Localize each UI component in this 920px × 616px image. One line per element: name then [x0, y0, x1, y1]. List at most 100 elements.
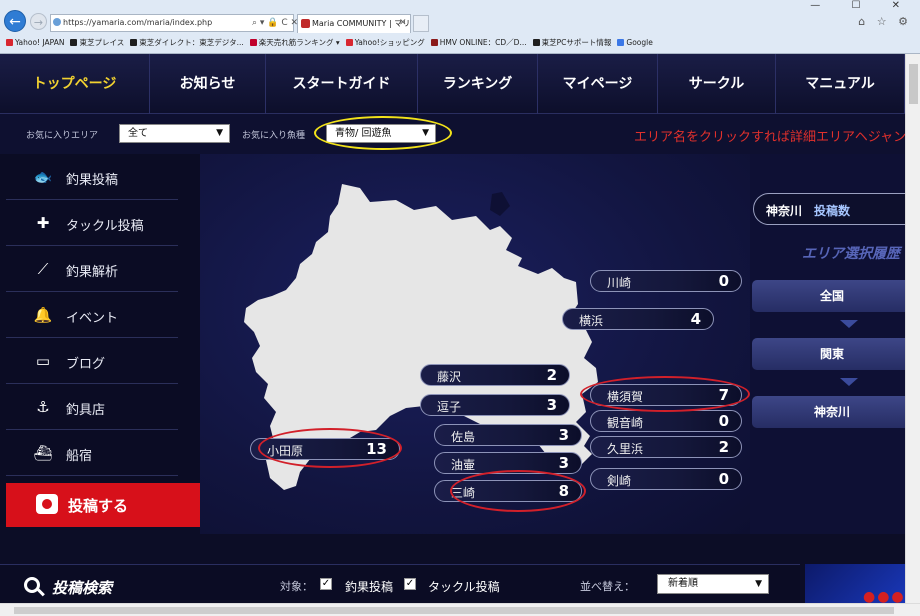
favorite-link[interactable]: Google	[617, 36, 653, 50]
favorite-favicon-icon	[6, 39, 13, 46]
scrollbar-thumb[interactable]	[14, 607, 894, 614]
area-count: 2	[718, 438, 729, 456]
browser-tools-icons[interactable]: ⌂ ☆ ⚙	[858, 15, 912, 28]
area-name: 川崎	[607, 276, 632, 290]
sidebar-item[interactable]: 🐟 釣果投稿	[6, 154, 178, 200]
favorite-link[interactable]: 東芝プレイス	[70, 36, 124, 50]
sort-select[interactable]: 新着順 ▼	[657, 574, 769, 594]
area-count: 3	[546, 396, 557, 414]
speech-bubble-icon: ▭	[35, 352, 51, 370]
area-count: 0	[718, 412, 729, 430]
favorite-favicon-icon	[532, 39, 540, 46]
favorite-link[interactable]: Yahoo!ショッピング	[345, 36, 425, 50]
history-button-kanto[interactable]: 関東	[752, 338, 905, 370]
area-name: 久里浜	[607, 442, 644, 456]
tab-close-icon[interactable]: ✕	[399, 15, 407, 31]
area-count: 3	[558, 426, 569, 444]
favorite-fish-label: お気に入り魚種	[242, 131, 306, 141]
favorite-link[interactable]: Yahoo! JAPAN	[6, 36, 64, 50]
area-name: 剣崎	[607, 474, 632, 488]
area-pill[interactable]: 久里浜 2	[590, 436, 742, 458]
sidebar-item[interactable]: ⚓ 釣具店	[6, 384, 178, 430]
favorite-area-value: 全て	[128, 128, 148, 139]
tackle-post-checkbox[interactable]: ✓	[404, 578, 416, 590]
favorite-link[interactable]: HMV ONLINE：CD／D...	[430, 36, 527, 50]
area-pill[interactable]: 観音崎 0	[590, 410, 742, 432]
history-button-kanagawa[interactable]: 神奈川	[752, 396, 905, 428]
post-button[interactable]: 投稿する	[6, 483, 200, 527]
sidebar-item-label: 釣具店	[66, 403, 106, 418]
post-search-bar: 投稿検索 対象： ✓ 釣果投稿 ✓ タックル投稿 並べ替え： 新着順 ▼	[0, 564, 800, 603]
web-page: トップページ お知らせ スタートガイド ランキング マイページ サークル マニュアル お気に…	[0, 54, 905, 603]
back-button[interactable]: ←	[4, 10, 26, 32]
sidebar-item[interactable]: ⛴ 船宿	[6, 430, 178, 476]
prefecture-post-count[interactable]: 神奈川 投稿数	[753, 193, 905, 225]
arrow-left-icon: ←	[9, 14, 21, 30]
url-text: https://yamaria.com/maria/index.php	[63, 18, 213, 27]
highlight-annotation	[258, 428, 402, 468]
area-pill[interactable]: 藤沢 2	[420, 364, 570, 386]
area-name: 佐島	[451, 430, 476, 444]
nav-item[interactable]: ランキング	[418, 54, 538, 114]
right-panel: 神奈川 投稿数 エリア選択履歴 全国 関東 神奈川	[750, 154, 905, 534]
boat-icon: ⛴	[33, 444, 53, 462]
dropdown-arrow-icon: ▼	[755, 579, 762, 589]
nav-item[interactable]: マニュアル	[776, 54, 905, 114]
nav-item[interactable]: マイページ	[538, 54, 658, 114]
corner-banner[interactable]: ●●●	[805, 564, 905, 603]
sidebar-item[interactable]: 🔔 イベント	[6, 292, 178, 338]
sidebar-item[interactable]: ▭ ブログ	[6, 338, 178, 384]
nav-item[interactable]: トップページ	[0, 54, 150, 114]
favorite-link[interactable]: 東芝ダイレクト：東芝デジタ...	[130, 36, 244, 50]
main-nav: トップページ お知らせ スタートガイド ランキング マイページ サークル マニュアル	[0, 54, 905, 114]
dropdown-arrow-icon: ▼	[216, 128, 223, 138]
tackle-icon: ✚	[36, 214, 50, 232]
area-pill[interactable]: 逗子 3	[420, 394, 570, 416]
prefecture-name: 神奈川	[766, 204, 803, 218]
scrollbar-thumb[interactable]	[909, 64, 918, 104]
favorite-label: Yahoo! JAPAN	[15, 38, 65, 47]
catch-post-checkbox[interactable]: ✓	[320, 578, 332, 590]
new-tab-button[interactable]	[413, 15, 429, 32]
hook-icon: ⚓	[36, 398, 50, 416]
sidebar: 🐟 釣果投稿 ✚ タックル投稿 ⟋ 釣果解析 🔔 イベント ▭ ブログ ⚓ 釣具店 ⛴ 船宿	[0, 154, 200, 524]
area-history-title: エリア選択履歴	[802, 246, 900, 262]
browser-toolbar: ← → https://yamaria.com/maria/index.php …	[0, 0, 920, 54]
area-pill[interactable]: 剣崎 0	[590, 468, 742, 490]
nav-item[interactable]: サークル	[658, 54, 776, 114]
area-name: 藤沢	[437, 370, 462, 384]
chevron-down-icon	[840, 378, 858, 386]
favorite-link[interactable]: 東芝PCサポート情報	[532, 36, 611, 50]
arrow-right-icon: →	[33, 16, 44, 29]
tab-active[interactable]: Maria COMMUNITY | マリ...	[297, 14, 411, 33]
tab-title: Maria COMMUNITY | マリ...	[312, 19, 411, 28]
window-controls[interactable]: — ☐ ✕	[810, 0, 914, 11]
chevron-down-icon	[840, 320, 858, 328]
area-pill[interactable]: 川崎 0	[590, 270, 742, 292]
address-tools[interactable]: ⌕ ▾ 🔒 C ✕	[252, 14, 298, 32]
area-pill[interactable]: 横浜 4	[562, 308, 714, 330]
sidebar-item-label: 船宿	[66, 449, 93, 464]
camera-icon	[36, 494, 58, 514]
forward-button[interactable]: →	[30, 13, 47, 30]
favorite-favicon-icon	[249, 39, 257, 46]
sidebar-item[interactable]: ⟋ 釣果解析	[6, 246, 178, 292]
area-name: 横浜	[579, 314, 604, 328]
sort-label: 並べ替え：	[580, 580, 635, 593]
history-button-national[interactable]: 全国	[752, 280, 905, 312]
sidebar-item-label: イベント	[66, 311, 119, 326]
area-name: 油壷	[451, 458, 476, 472]
filter-row: お気に入りエリア 全て ▼ お気に入り魚種 青物/ 回遊魚 ▼ エリア名をクリッ…	[0, 114, 905, 154]
favorite-link[interactable]: 楽天売れ筋ランキング ▾	[249, 36, 340, 50]
favorites-bar: Yahoo! JAPAN 東芝プレイス 東芝ダイレクト：東芝デジタ... 楽天売れ筋ラ…	[0, 36, 920, 50]
nav-item[interactable]: お知らせ	[150, 54, 266, 114]
browser-window: ← → https://yamaria.com/maria/index.php …	[0, 0, 920, 616]
area-pill[interactable]: 佐島 3	[434, 424, 582, 446]
favorite-area-select[interactable]: 全て ▼	[119, 124, 230, 143]
nav-item[interactable]: スタートガイド	[266, 54, 418, 114]
area-count: 4	[690, 310, 701, 328]
horizontal-scrollbar[interactable]	[0, 603, 920, 616]
sidebar-item[interactable]: ✚ タックル投稿	[6, 200, 178, 246]
sidebar-item-label: ブログ	[66, 357, 106, 372]
vertical-scrollbar[interactable]	[905, 54, 920, 603]
